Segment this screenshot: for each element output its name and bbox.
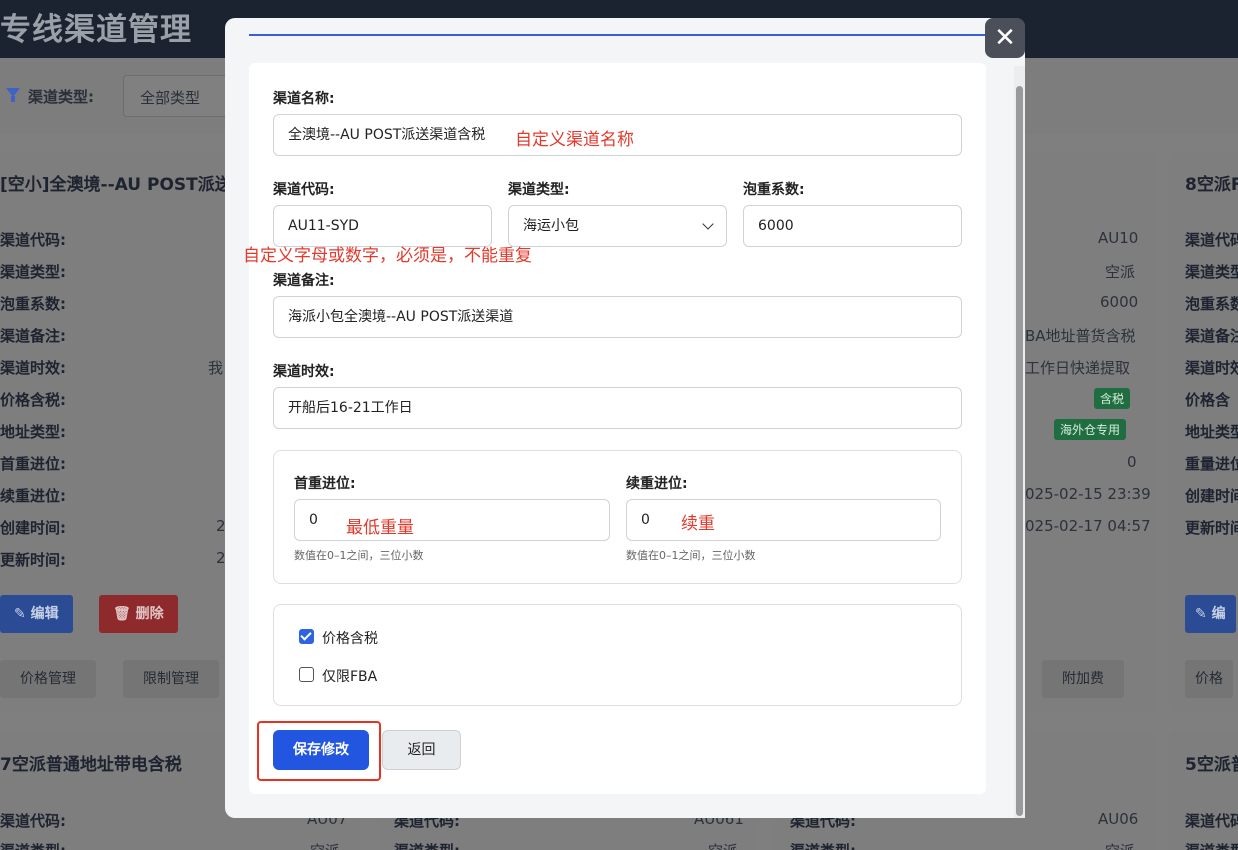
- row-value: AU06: [1098, 810, 1139, 828]
- channel-type-select[interactable]: 海运小包: [508, 205, 727, 247]
- row-label: 地址类型:: [0, 423, 66, 441]
- row-label: 创建时间: [1185, 487, 1238, 505]
- surcharge-button[interactable]: 附加费: [1042, 660, 1124, 698]
- tax-badge: 含税: [1094, 388, 1131, 409]
- channel-code-label: 渠道代码:: [273, 182, 335, 198]
- address-type-badge: 海外仓专用: [1054, 419, 1127, 440]
- channel-card-bottom-4: [1169, 730, 1238, 850]
- first-weight-input[interactable]: 0: [294, 499, 610, 541]
- row-label: 渠道备注: [1185, 327, 1238, 345]
- tax-included-label: 价格含税: [322, 631, 378, 647]
- delete-button[interactable]: 🗑 删除: [99, 595, 178, 633]
- row-label: 渠道时效: [1185, 359, 1238, 377]
- card-title: 8空派F: [1185, 175, 1238, 195]
- row-label: 价格含: [1185, 391, 1231, 409]
- options-box: [273, 604, 962, 706]
- row-value: AU10: [1098, 229, 1139, 247]
- row-value: 空派: [310, 840, 340, 850]
- row-label: 创建时间:: [0, 519, 66, 537]
- channel-remark-input[interactable]: 海派小包全澳境--AU POST派送渠道: [273, 296, 962, 338]
- row-label: 渠道代码:: [0, 812, 66, 830]
- channel-code-annotation: 自定义字母或数字，必须是，不能重复: [243, 246, 532, 266]
- row-value: 025-02-15 23:39: [1025, 485, 1151, 503]
- channel-type-label: 渠道类型:: [508, 182, 570, 198]
- row-label: 价格含税:: [0, 391, 66, 409]
- modal-tab-underline: [249, 34, 987, 36]
- row-label: 渠道代码:: [0, 231, 66, 249]
- row-label: 渠道备注:: [0, 327, 66, 345]
- next-weight-hint: 数值在0–1之间，三位小数: [626, 549, 756, 562]
- first-weight-label: 首重进位:: [294, 476, 356, 492]
- row-label: 渠道类型:: [790, 840, 856, 850]
- page-title: 专线渠道管理: [0, 12, 192, 48]
- first-weight-annotation: 最低重量: [346, 518, 414, 538]
- row-value: 空派: [1105, 840, 1135, 850]
- tax-included-checkbox[interactable]: [299, 629, 314, 644]
- channel-name-label: 渠道名称:: [273, 91, 335, 107]
- highlight-frame: [257, 721, 381, 781]
- channel-remark-label: 渠道备注:: [273, 273, 335, 289]
- channel-type-filter-select[interactable]: 全部类型: [123, 75, 233, 117]
- row-value: BA地址普货含税: [1025, 327, 1136, 345]
- price-management-button[interactable]: 价格: [1185, 660, 1233, 698]
- back-button[interactable]: 返回: [382, 730, 461, 770]
- row-value: 空派: [708, 840, 738, 850]
- row-label: 更新时间:: [0, 551, 66, 569]
- edit-label: 编辑: [30, 606, 59, 622]
- row-label: 更新时间: [1185, 519, 1238, 537]
- edit-button[interactable]: ✎ 编辑: [0, 595, 73, 633]
- row-value: 0: [1127, 453, 1137, 471]
- row-label: 泡重系数:: [0, 295, 66, 313]
- row-label: 地址类型: [1185, 423, 1238, 441]
- row-label: 渠道时效:: [0, 359, 66, 377]
- card-title: [空小]全澳境--AU POST派送: [0, 175, 232, 195]
- row-label: 渠道类型: [1185, 263, 1238, 281]
- channel-name-annotation: 自定义渠道名称: [515, 130, 634, 150]
- limit-management-button[interactable]: 限制管理: [123, 660, 219, 698]
- row-label: 渠道类型:: [0, 263, 66, 281]
- price-management-button[interactable]: 价格管理: [0, 660, 96, 698]
- row-value: 空派: [1105, 263, 1136, 281]
- modal-scrollbar-thumb[interactable]: [1016, 86, 1023, 816]
- row-label: 渠道代码: [1185, 812, 1238, 830]
- next-weight-label: 续重进位:: [626, 476, 688, 492]
- row-value: 工作日快递提取: [1025, 359, 1131, 377]
- edit-label: 编: [1211, 606, 1226, 622]
- delete-label: 删除: [135, 606, 164, 622]
- first-weight-hint: 数值在0–1之间，三位小数: [294, 549, 424, 562]
- edit-button[interactable]: ✎ 编: [1185, 595, 1236, 633]
- row-value: 025-02-17 04:57: [1025, 517, 1151, 535]
- chevron-down-icon: [702, 218, 714, 230]
- fba-only-checkbox[interactable]: [299, 667, 314, 682]
- card-title: 5空派普: [1185, 755, 1238, 775]
- row-value: 6000: [1100, 293, 1139, 311]
- filter-label: 渠道类型:: [28, 88, 94, 106]
- fba-only-label: 仅限FBA: [322, 669, 378, 685]
- row-value: 我: [208, 359, 224, 377]
- volume-factor-label: 泡重系数:: [743, 182, 805, 198]
- row-label: 渠道类型:: [0, 840, 66, 850]
- close-icon: ✕: [994, 23, 1016, 53]
- row-label: 首重进位:: [0, 455, 66, 473]
- card-title: 7空派普通地址带电含税: [0, 755, 182, 775]
- next-weight-annotation: 续重: [681, 514, 715, 534]
- filter-icon: [6, 88, 20, 102]
- row-label: 渠道类型: [1185, 840, 1238, 850]
- row-label: 重量进位: [1185, 455, 1238, 473]
- channel-type-value: 海运小包: [523, 218, 579, 234]
- channel-timing-input[interactable]: 开船后16-21工作日: [273, 387, 962, 429]
- row-label: 渠道类型:: [394, 840, 460, 850]
- volume-factor-input[interactable]: 6000: [743, 205, 962, 247]
- row-label: 续重进位:: [0, 487, 66, 505]
- row-label: 泡重系数: [1185, 295, 1238, 313]
- next-weight-input[interactable]: 0: [626, 499, 941, 541]
- row-label: 渠道代码: [1185, 231, 1238, 249]
- close-modal-button[interactable]: ✕: [985, 18, 1025, 58]
- channel-timing-label: 渠道时效:: [273, 364, 335, 380]
